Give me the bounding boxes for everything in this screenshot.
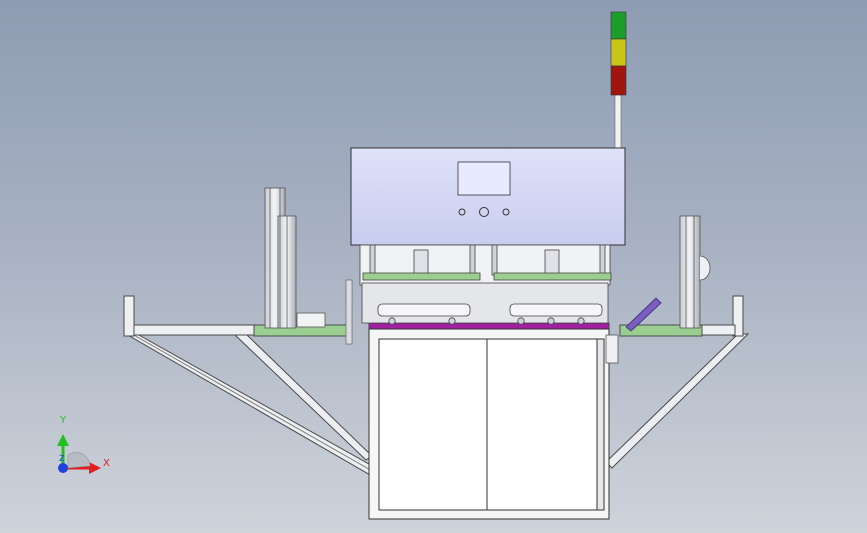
green-platen-right (493, 272, 612, 281)
triad-plane (67, 452, 91, 469)
magenta-rail (368, 322, 610, 330)
cad-viewport[interactable]: Y Z X (0, 0, 867, 533)
machine-head (350, 147, 626, 246)
z-axis-label: Z (59, 454, 65, 463)
z-axis-dot (58, 463, 68, 473)
hmi-screen (457, 161, 511, 196)
right-clamp (605, 334, 619, 364)
green-platen-left (362, 272, 481, 281)
machine-drawing (57, 11, 750, 520)
junction-box (296, 312, 326, 328)
press-mechanism (359, 244, 612, 325)
signal-light-red (610, 65, 627, 96)
y-axis-label: Y (60, 415, 67, 426)
x-axis-label: X (103, 458, 110, 469)
signal-light-green (610, 11, 627, 40)
signal-light-yellow (610, 38, 627, 67)
left-bracket (345, 279, 353, 345)
signal-tower (610, 11, 627, 151)
lower-cabinet (368, 328, 610, 520)
